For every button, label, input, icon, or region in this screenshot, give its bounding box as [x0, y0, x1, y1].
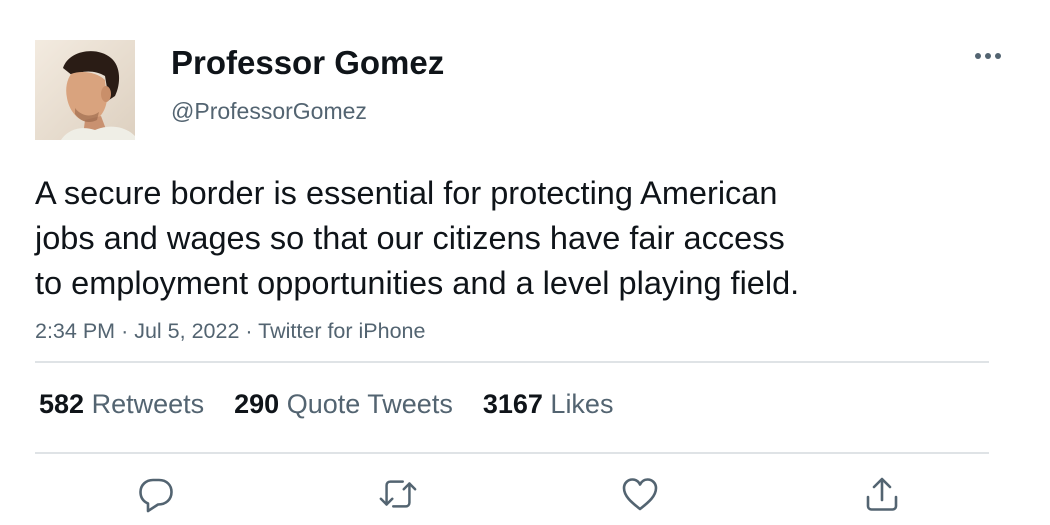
retweet-button[interactable] — [378, 474, 418, 514]
tweet-stats: 582 Retweets 290 Quote Tweets 3167 Likes — [39, 388, 613, 420]
tweet-text: A secure border is essential for protect… — [35, 175, 800, 301]
meta-separator: · — [245, 319, 253, 343]
like-button[interactable] — [620, 474, 660, 514]
quote-tweets-label: Quote Tweets — [286, 389, 453, 419]
heart-icon — [622, 478, 658, 511]
divider — [35, 452, 989, 454]
avatar[interactable] — [35, 40, 135, 140]
author-handle[interactable]: @ProfessorGomez — [171, 97, 367, 125]
tweet-card: Professor Gomez @ProfessorGomez A secure… — [0, 0, 1050, 525]
share-button[interactable] — [862, 474, 902, 514]
reply-button[interactable] — [136, 474, 176, 514]
share-icon — [866, 477, 898, 511]
likes-count: 3167 — [482, 389, 543, 419]
retweets-label: Retweets — [91, 389, 205, 419]
tweet-metadata: 2:34 PM · Jul 5, 2022 · Twitter for iPho… — [35, 317, 425, 345]
likes-label: Likes — [550, 389, 614, 419]
meta-separator: · — [121, 319, 129, 343]
likes-stat[interactable]: 3167 Likes — [483, 388, 614, 420]
retweets-stat[interactable]: 582 Retweets — [39, 388, 204, 420]
three-dots-icon — [975, 53, 1001, 59]
quote-tweets-count: 290 — [234, 389, 280, 419]
divider — [35, 361, 989, 363]
retweets-count: 582 — [39, 389, 85, 419]
author-display-name[interactable]: Professor Gomez — [171, 43, 444, 83]
tweet-time[interactable]: 2:34 PM — [35, 319, 115, 343]
quote-tweets-stat[interactable]: 290 Quote Tweets — [234, 388, 453, 420]
more-options-button[interactable] — [970, 42, 1006, 70]
tweet-source[interactable]: Twitter for iPhone — [258, 319, 425, 343]
speech-bubble-icon — [139, 478, 173, 513]
retweet-icon — [379, 480, 417, 508]
tweet-date[interactable]: Jul 5, 2022 — [134, 319, 239, 343]
